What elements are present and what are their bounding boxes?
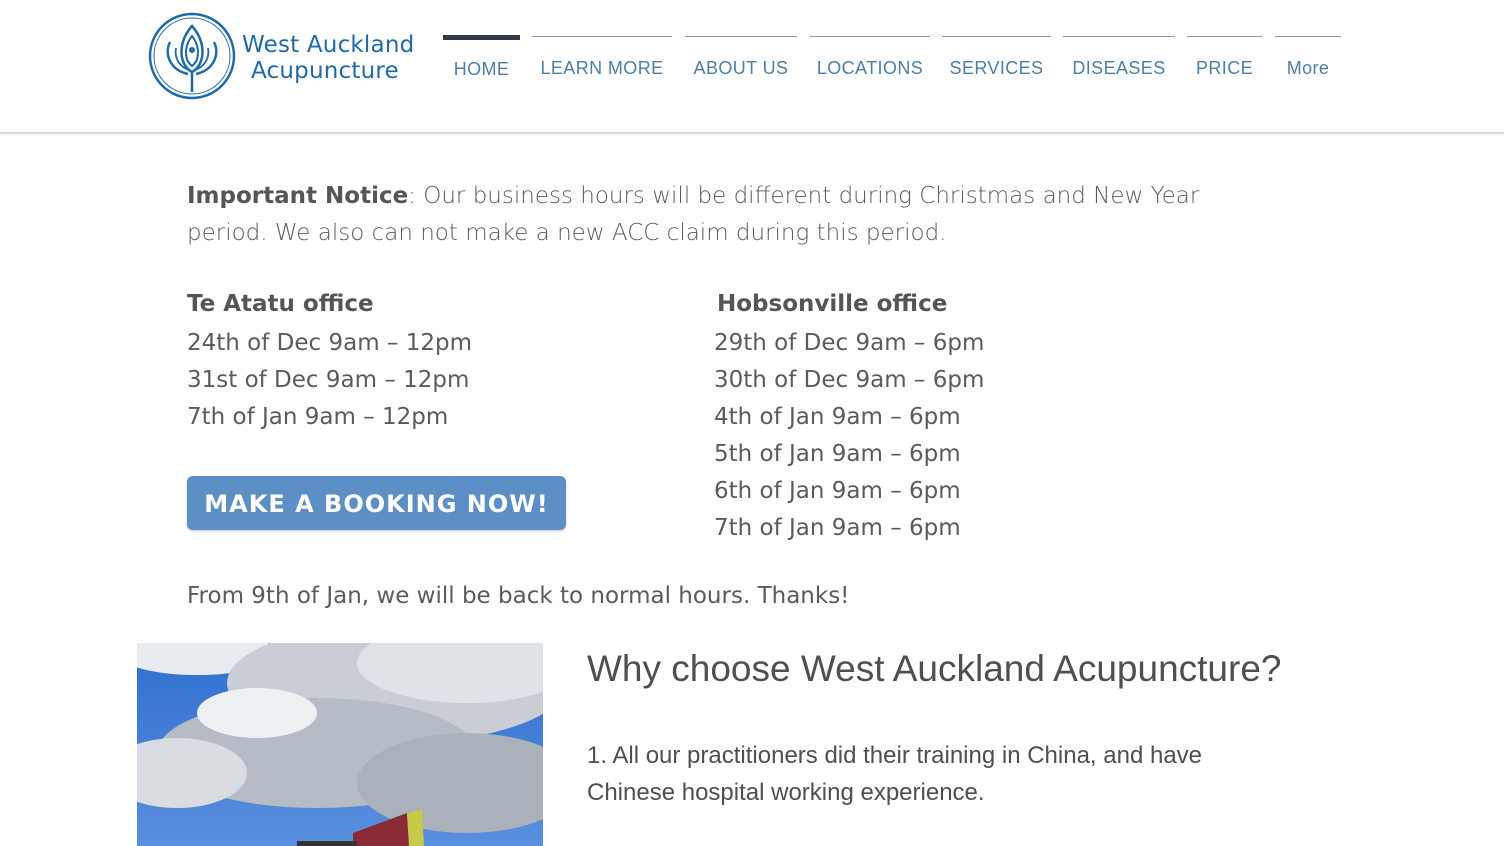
hours-line: 7th of Jan 9am – 6pm bbox=[714, 515, 961, 541]
brand-name-line2: Acupuncture bbox=[251, 58, 399, 84]
site-header: West Auckland Acupuncture HOME LEARN MOR… bbox=[0, 0, 1504, 134]
nav-more[interactable]: More bbox=[1275, 36, 1341, 85]
hours-line: 30th of Dec 9am – 6pm bbox=[714, 367, 985, 393]
hours-line: 29th of Dec 9am – 6pm bbox=[714, 330, 985, 356]
hobsonville-hours: 29th of Dec 9am – 6pm 30th of Dec 9am – … bbox=[714, 325, 984, 547]
nav-diseases[interactable]: DISEASES bbox=[1063, 36, 1175, 85]
notice-heading: Important Notice bbox=[187, 183, 409, 209]
nav-price[interactable]: PRICE bbox=[1187, 36, 1262, 85]
hobsonville-office-title: Hobsonville office bbox=[717, 291, 948, 317]
hours-line: 7th of Jan 9am – 12pm bbox=[187, 404, 449, 430]
hours-line: 6th of Jan 9am – 6pm bbox=[714, 478, 961, 504]
hours-line: 4th of Jan 9am – 6pm bbox=[714, 404, 961, 430]
nav-locations[interactable]: LOCATIONS bbox=[810, 36, 930, 85]
why-choose-heading: Why choose West Auckland Acupuncture? bbox=[587, 648, 1282, 689]
nav-services[interactable]: SERVICES bbox=[942, 36, 1051, 85]
brand-name-line1: West Auckland bbox=[242, 32, 415, 58]
te-atatu-hours: 24th of Dec 9am – 12pm 31st of Dec 9am –… bbox=[187, 325, 472, 436]
hours-line: 24th of Dec 9am – 12pm bbox=[187, 330, 472, 356]
hours-line: 5th of Jan 9am – 6pm bbox=[714, 441, 961, 467]
hours-line: 31st of Dec 9am – 12pm bbox=[187, 367, 470, 393]
nav-about-us[interactable]: ABOUT US bbox=[685, 36, 797, 85]
te-atatu-office-title: Te Atatu office bbox=[187, 291, 374, 317]
nav-learn-more[interactable]: LEARN MORE bbox=[532, 36, 672, 85]
clinic-exterior-photo bbox=[137, 643, 543, 846]
why-point-1: 1. All our practitioners did their train… bbox=[587, 742, 1203, 806]
lotus-logo-icon bbox=[148, 12, 236, 100]
holiday-notice: Important Notice: Our business hours wil… bbox=[187, 178, 1267, 252]
nav-home[interactable]: HOME bbox=[443, 35, 520, 88]
make-booking-button[interactable]: MAKE A BOOKING NOW! bbox=[187, 476, 566, 530]
site-logo[interactable]: West Auckland Acupuncture bbox=[148, 12, 414, 102]
normal-hours-note: From 9th of Jan, we will be back to norm… bbox=[187, 583, 850, 609]
